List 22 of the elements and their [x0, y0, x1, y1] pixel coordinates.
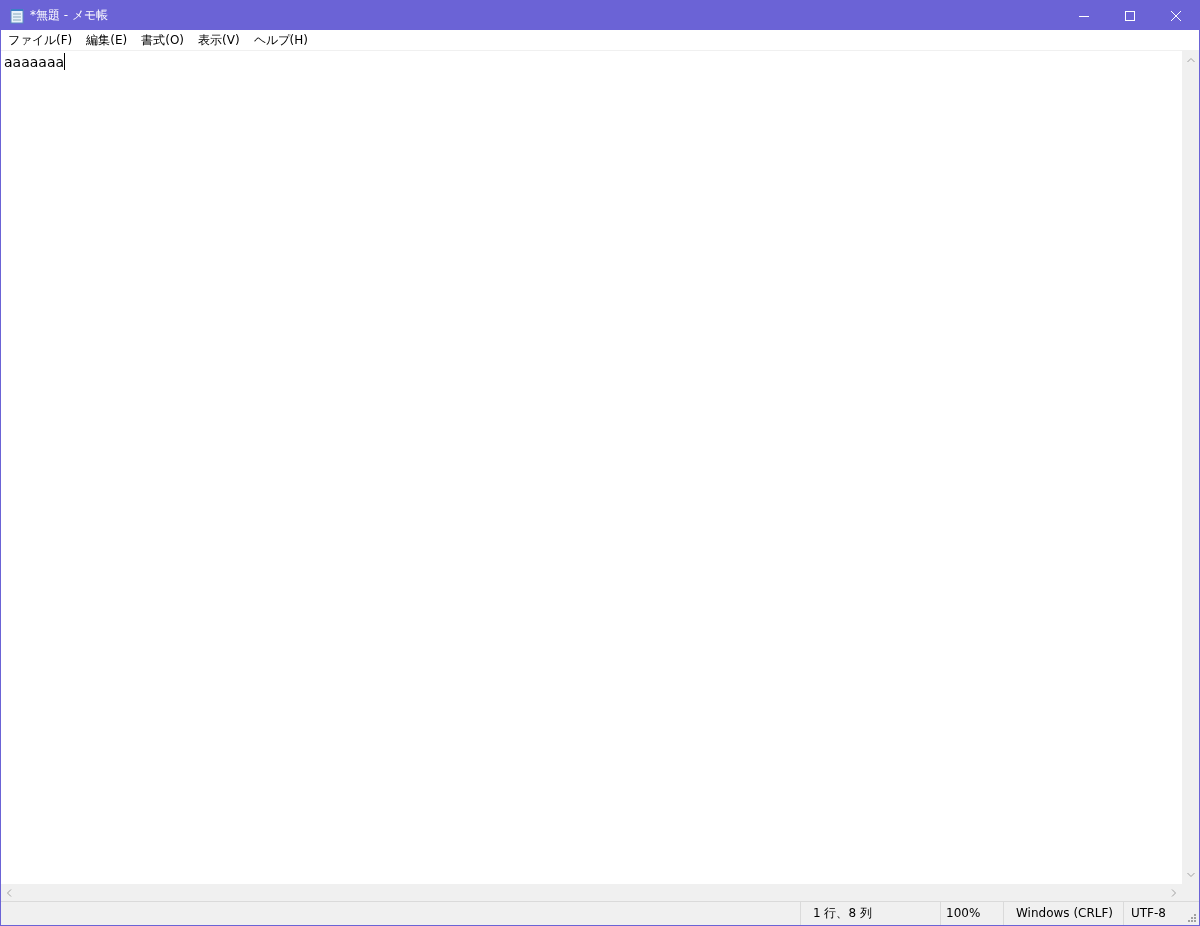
menu-item[interactable]: 書式(O) — [134, 31, 192, 49]
vertical-scrollbar[interactable] — [1182, 51, 1199, 901]
scroll-right-icon[interactable] — [1171, 888, 1177, 897]
editor-text: aaaaaaa — [4, 53, 65, 71]
scroll-down-icon[interactable] — [1186, 872, 1195, 878]
text-editor[interactable]: aaaaaaa — [1, 51, 1182, 884]
menu-item[interactable]: ヘルプ(H) — [246, 31, 315, 49]
zoom-level: 100% — [940, 902, 1003, 925]
window-title: *無題 - メモ帳 — [30, 7, 109, 24]
horizontal-scrollbar[interactable] — [1, 884, 1182, 901]
scroll-up-icon[interactable] — [1186, 57, 1195, 63]
scroll-left-icon[interactable] — [6, 888, 12, 897]
close-icon — [1171, 10, 1181, 21]
resize-grip-icon[interactable] — [1188, 914, 1196, 922]
menu-item[interactable]: ファイル(F) — [1, 31, 80, 49]
notepad-icon — [10, 7, 24, 24]
menu-item[interactable]: 編集(E) — [79, 31, 135, 49]
cursor-position: 1 行、8 列 — [800, 902, 940, 925]
text-caret — [64, 53, 66, 70]
menu-item[interactable]: 表示(V) — [191, 31, 247, 49]
maximize-icon — [1125, 10, 1135, 21]
line-ending: Windows (CRLF) — [1003, 902, 1123, 925]
